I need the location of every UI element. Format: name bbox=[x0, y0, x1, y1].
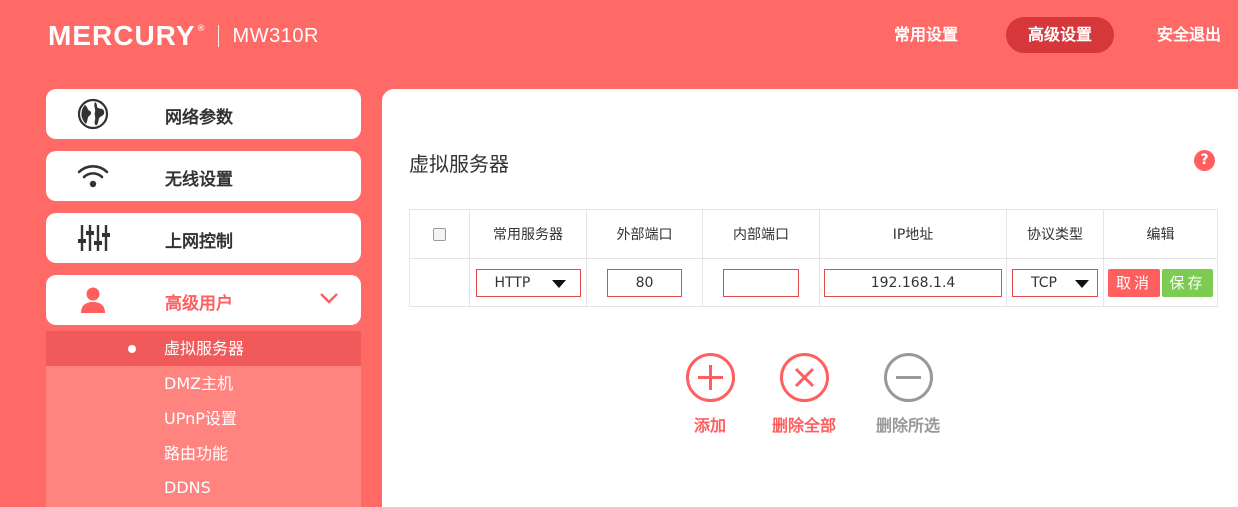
close-icon bbox=[779, 353, 829, 402]
nav-common-settings[interactable]: 常用设置 bbox=[894, 17, 958, 53]
sidebar-subitem-label: DDNS bbox=[164, 478, 211, 497]
sidebar-subitem-upnp[interactable]: UPnP设置 bbox=[46, 401, 361, 436]
sidebar-item-label: 上网控制 bbox=[165, 232, 233, 252]
brand-name: MERCURY bbox=[48, 20, 196, 51]
sidebar-item-label: 网络参数 bbox=[165, 108, 233, 128]
sidebar-item-label: 无线设置 bbox=[165, 170, 233, 190]
internal-port-cell bbox=[702, 258, 820, 307]
dropdown-arrow-icon bbox=[1075, 279, 1089, 288]
external-port-cell: 80 bbox=[586, 258, 703, 307]
plus-icon bbox=[685, 353, 735, 402]
external-port-input[interactable]: 80 bbox=[607, 268, 682, 297]
virtual-server-table: 常用服务器 外部端口 内部端口 IP地址 协议类型 编辑 HTTP 80 192 bbox=[409, 209, 1218, 307]
delete-all-button[interactable]: 删除全部 bbox=[759, 353, 849, 436]
globe-icon bbox=[76, 98, 110, 130]
service-select-value: HTTP bbox=[494, 274, 531, 291]
active-dot-icon bbox=[128, 345, 136, 353]
sidebar-item-internet-control[interactable]: 上网控制 bbox=[46, 213, 361, 263]
column-header: 协议类型 bbox=[1006, 209, 1104, 259]
save-button[interactable]: 保存 bbox=[1162, 268, 1213, 297]
protocol-select[interactable]: TCP bbox=[1012, 268, 1098, 297]
sidebar-subitem-routing[interactable]: 路由功能 bbox=[46, 436, 361, 471]
nav-advanced-settings[interactable]: 高级设置 bbox=[1006, 17, 1114, 53]
sliders-icon bbox=[76, 222, 110, 254]
sidebar-subitem-label: 路由功能 bbox=[164, 444, 229, 463]
dropdown-arrow-icon bbox=[551, 279, 566, 288]
nav-logout[interactable]: 安全退出 bbox=[1157, 17, 1221, 53]
sidebar-subitem-virtual-server[interactable]: 虚拟服务器 bbox=[46, 331, 361, 366]
sidebar-item-wireless[interactable]: 无线设置 bbox=[46, 151, 361, 201]
row-select-cell bbox=[409, 258, 470, 307]
user-icon bbox=[76, 284, 110, 316]
edit-cell: 取消 保存 bbox=[1103, 258, 1218, 307]
minus-icon bbox=[883, 353, 933, 402]
sidebar-item-network[interactable]: 网络参数 bbox=[46, 89, 361, 139]
sidebar-subitem-label: DMZ主机 bbox=[164, 374, 234, 393]
sidebar-subitem-dmz[interactable]: DMZ主机 bbox=[46, 366, 361, 401]
column-header: 编辑 bbox=[1103, 209, 1218, 259]
main-panel: 虚拟服务器 ? 常用服务器 外部端口 内部端口 IP地址 协议类型 编辑 HTT… bbox=[382, 89, 1238, 507]
add-label: 添加 bbox=[693, 416, 726, 435]
internal-port-input[interactable] bbox=[723, 268, 799, 297]
model-name: MW310R bbox=[232, 24, 319, 47]
table-row: HTTP 80 192.168.1.4 TCP 取消 保存 bbox=[409, 258, 1218, 307]
brand-logo: MERCURY ® MW310R bbox=[48, 20, 319, 52]
sidebar-subitem-label: UPnP设置 bbox=[164, 409, 237, 428]
page-title: 虚拟服务器 bbox=[409, 152, 509, 176]
cancel-button[interactable]: 取消 bbox=[1108, 268, 1160, 297]
sidebar-item-advanced-user[interactable]: 高级用户 bbox=[46, 275, 361, 325]
sidebar-item-label: 高级用户 bbox=[165, 294, 233, 314]
add-button[interactable]: 添加 bbox=[665, 353, 755, 436]
column-header: IP地址 bbox=[819, 209, 1007, 259]
sidebar-subitem-ddns[interactable]: DDNS bbox=[46, 470, 361, 505]
service-select[interactable]: HTTP bbox=[475, 268, 581, 297]
column-header: 外部端口 bbox=[586, 209, 703, 259]
ip-address-input[interactable]: 192.168.1.4 bbox=[824, 268, 1002, 297]
help-icon[interactable]: ? bbox=[1194, 150, 1215, 171]
sidebar-subitem-label: 虚拟服务器 bbox=[164, 339, 245, 358]
column-header: 内部端口 bbox=[702, 209, 820, 259]
wifi-icon bbox=[76, 160, 110, 192]
trademark-mark: ® bbox=[196, 24, 206, 34]
protocol-cell: TCP bbox=[1006, 258, 1104, 307]
delete-all-label: 删除全部 bbox=[771, 416, 836, 435]
logo-separator bbox=[217, 25, 219, 47]
delete-selected-label: 删除所选 bbox=[875, 416, 940, 435]
protocol-select-value: TCP bbox=[1031, 274, 1057, 291]
delete-selected-button[interactable]: 删除所选 bbox=[863, 353, 953, 436]
select-all-cell bbox=[409, 209, 470, 259]
select-all-checkbox[interactable] bbox=[433, 227, 446, 241]
table-header-row: 常用服务器 外部端口 内部端口 IP地址 协议类型 编辑 bbox=[409, 209, 1218, 259]
ip-cell: 192.168.1.4 bbox=[819, 258, 1007, 307]
column-header: 常用服务器 bbox=[469, 209, 587, 259]
chevron-down-icon[interactable] bbox=[319, 290, 339, 309]
service-cell: HTTP bbox=[469, 258, 587, 307]
